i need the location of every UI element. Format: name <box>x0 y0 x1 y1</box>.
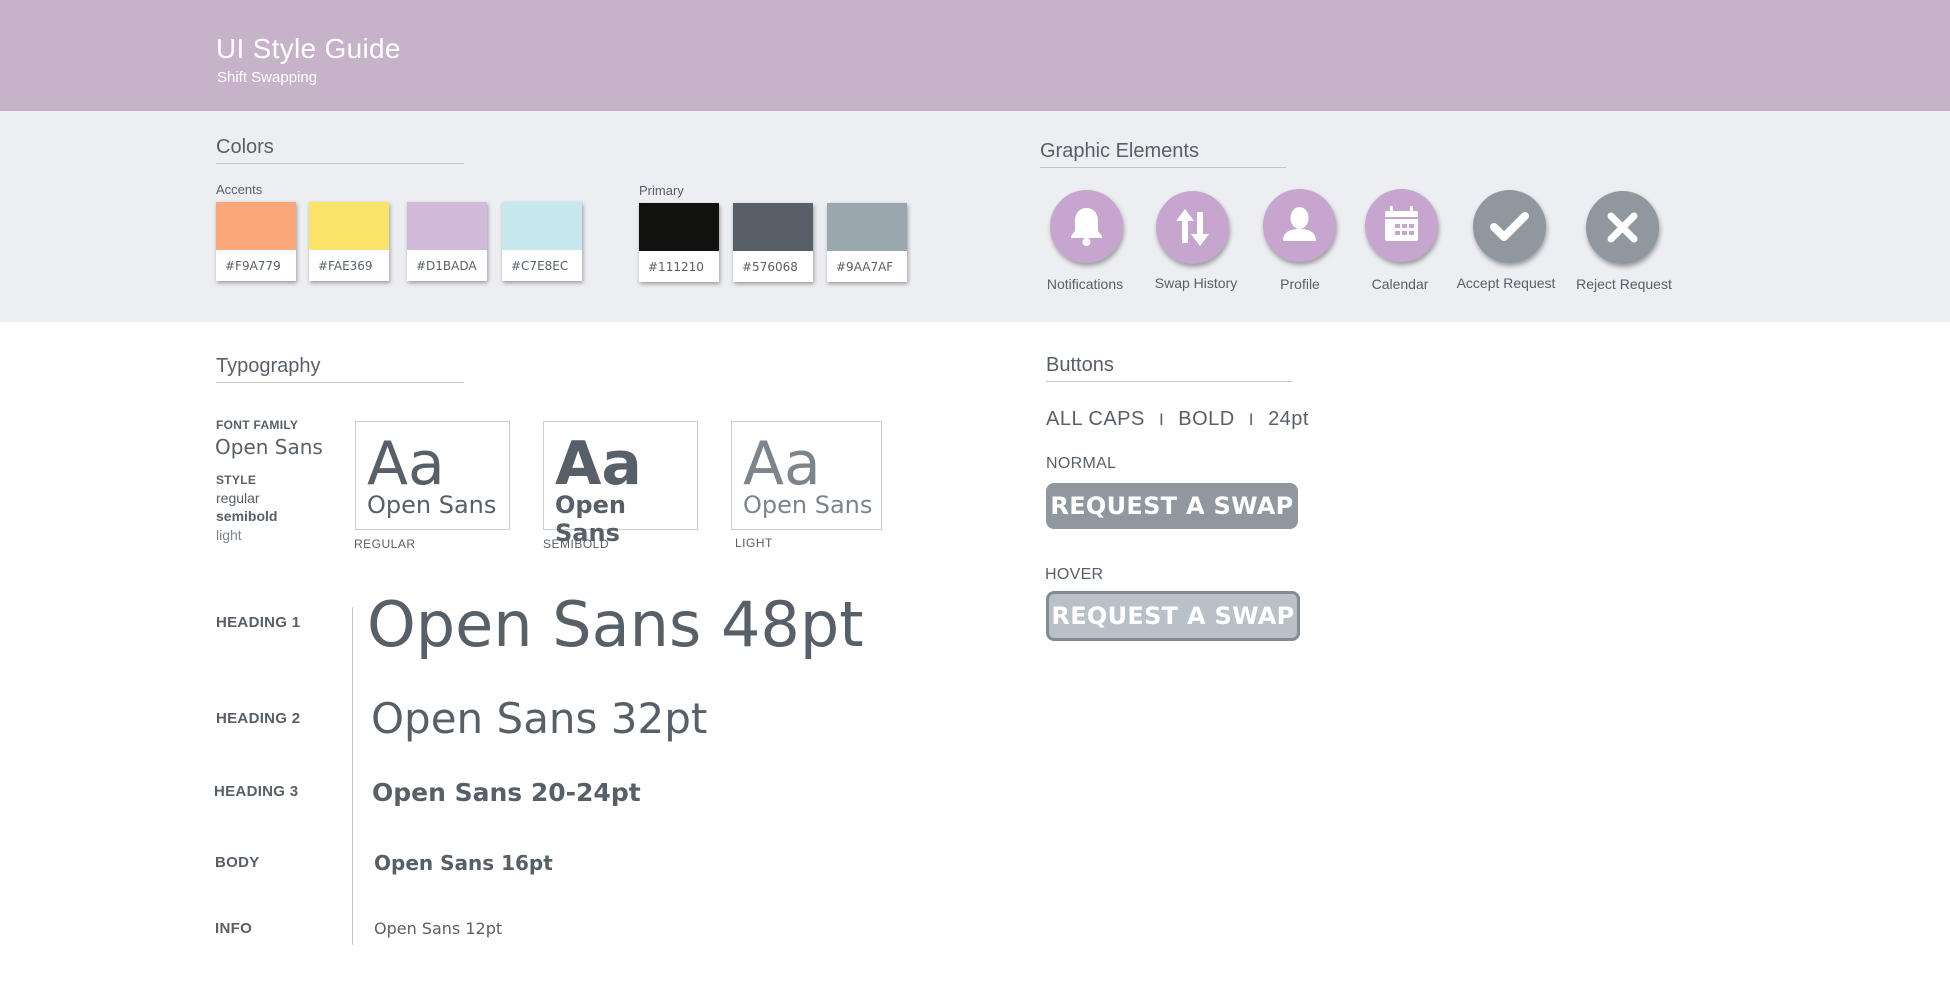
style-regular: regular <box>216 490 260 506</box>
swap-history-label: Swap History <box>1154 275 1238 291</box>
hover-state-label: HOVER <box>1045 566 1104 583</box>
user-icon <box>1283 207 1316 241</box>
font-family-value: Open Sans <box>215 435 323 459</box>
swatch-chip <box>639 203 719 251</box>
swatch-hex: #9AA7AF <box>836 260 894 274</box>
reject-request-circle[interactable] <box>1586 191 1659 264</box>
calendar-circle[interactable] <box>1365 189 1438 262</box>
swatch-hex: #D1BADA <box>416 259 477 273</box>
reject-request-label: Reject Request <box>1576 276 1672 292</box>
spec-size: 24pt <box>1268 408 1309 430</box>
spec-separator: I <box>1158 410 1165 429</box>
heading-1-sample: Open Sans 48pt <box>367 588 864 661</box>
light-aa: Aa <box>743 429 821 499</box>
style-semibold: semibold <box>216 508 278 524</box>
notifications-circle[interactable] <box>1050 190 1123 263</box>
color-swatch-accent: #C7E8EC <box>502 202 582 281</box>
swap-arrows-icon <box>1176 209 1209 246</box>
info-sample: Open Sans 12pt <box>374 919 503 938</box>
calendar-label: Calendar <box>1371 276 1429 292</box>
accept-request-circle[interactable] <box>1473 190 1546 263</box>
color-swatch-primary: #111210 <box>639 203 719 282</box>
normal-state-label: NORMAL <box>1046 455 1117 472</box>
regular-sample-name: Open Sans <box>367 491 497 519</box>
swap-history-circle[interactable] <box>1156 191 1229 264</box>
spec-bold: BOLD <box>1178 408 1235 430</box>
accept-request-element[interactable] <box>1473 190 1546 263</box>
swatch-hex: #F9A779 <box>225 259 281 273</box>
calendar-icon <box>1385 206 1418 241</box>
color-swatch-accent: #F9A779 <box>216 202 296 281</box>
info-label: INFO <box>215 920 253 937</box>
profile-circle[interactable] <box>1263 189 1336 262</box>
style-label: STYLE <box>216 473 257 487</box>
semibold-aa: Aa <box>555 429 642 499</box>
bell-icon <box>1071 208 1102 246</box>
color-swatch-primary: #9AA7AF <box>827 203 907 282</box>
regular-sample-box: Aa Open Sans <box>355 421 510 530</box>
font-family-label: FONT FAMILY <box>216 418 299 432</box>
regular-caption: REGULAR <box>354 537 416 551</box>
swatch-chip <box>502 202 582 250</box>
graphic-elements-section-title: Graphic Elements <box>1040 140 1286 168</box>
spec-separator: I <box>1248 410 1254 429</box>
accept-request-label: Accept Request <box>1456 275 1556 291</box>
swatch-hex: #C7E8EC <box>511 259 569 273</box>
body-sample: Open Sans 16pt <box>374 851 553 875</box>
swap-history-element[interactable] <box>1156 191 1229 264</box>
swatch-hex: #FAE369 <box>318 259 373 273</box>
semibold-sample-box: Aa Open Sans <box>543 421 698 547</box>
swatch-hex: #576068 <box>742 260 798 274</box>
heading-3-sample: Open Sans 20-24pt <box>372 778 641 807</box>
light-sample-box: Aa Open Sans <box>731 421 882 530</box>
swatch-chip <box>827 203 907 251</box>
typography-divider <box>352 607 353 945</box>
heading-1-label: HEADING 1 <box>216 614 301 631</box>
body-label: BODY <box>215 854 260 871</box>
profile-element[interactable] <box>1263 189 1336 262</box>
swatch-chip <box>407 202 487 250</box>
accents-label: Accents <box>216 182 263 197</box>
color-swatch-accent: #D1BADA <box>407 202 487 281</box>
colors-section-title: Colors <box>216 136 464 164</box>
check-icon <box>1490 212 1529 241</box>
swatch-chip <box>216 202 296 250</box>
page-title: UI Style Guide <box>216 33 401 64</box>
light-sample-name: Open Sans <box>743 491 873 519</box>
button-spec-line: ALL CAPS I BOLD I 24pt <box>1046 408 1309 431</box>
reject-request-element[interactable] <box>1586 191 1659 264</box>
spec-all-caps: ALL CAPS <box>1046 408 1145 430</box>
notifications-element[interactable] <box>1050 190 1123 263</box>
swatch-chip <box>309 202 389 250</box>
swatch-hex: #111210 <box>648 260 704 274</box>
page-subtitle: Shift Swapping <box>217 69 318 86</box>
request-swap-button-normal[interactable]: REQUEST A SWAP <box>1046 483 1298 529</box>
typography-section-title: Typography <box>216 355 464 383</box>
regular-aa: Aa <box>367 429 445 499</box>
close-icon <box>1607 212 1638 243</box>
color-swatch-accent: #FAE369 <box>309 202 389 281</box>
style-light: light <box>216 527 242 543</box>
notifications-label: Notifications <box>1046 276 1124 292</box>
primary-label: Primary <box>639 183 684 198</box>
heading-2-label: HEADING 2 <box>216 710 301 727</box>
color-swatch-primary: #576068 <box>733 203 813 282</box>
light-caption: LIGHT <box>735 536 773 550</box>
buttons-section-title: Buttons <box>1046 354 1292 382</box>
heading-3-label: HEADING 3 <box>214 783 299 800</box>
swatch-chip <box>733 203 813 251</box>
semibold-caption: SEMIBOLD <box>543 537 610 551</box>
request-swap-button-hover[interactable]: REQUEST A SWAP <box>1046 591 1300 641</box>
calendar-element[interactable] <box>1365 189 1438 262</box>
heading-2-sample: Open Sans 32pt <box>371 694 708 743</box>
